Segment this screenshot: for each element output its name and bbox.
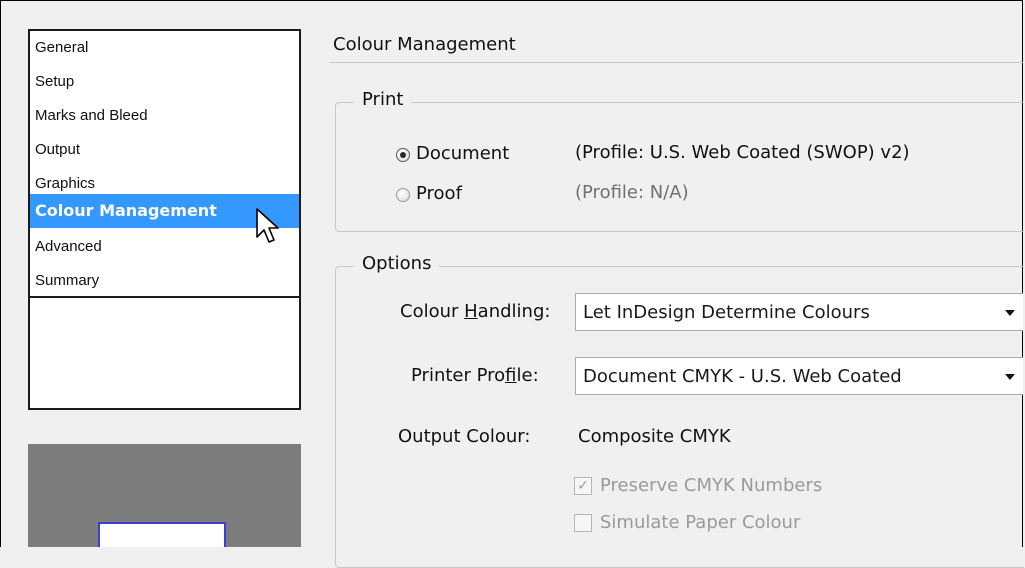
simulate-paper-checkbox[interactable] <box>574 514 592 532</box>
label-accel-key: H <box>464 301 478 322</box>
title-divider <box>330 62 1023 63</box>
sidebar-item-label: Setup <box>35 73 75 90</box>
document-radio-label[interactable]: Document <box>416 143 509 164</box>
sidebar-item-marks-and-bleed[interactable]: Marks and Bleed <box>30 99 299 133</box>
output-colour-value: Composite CMYK <box>578 426 731 447</box>
sidebar-item-label: Advanced <box>35 238 102 255</box>
chevron-down-icon[interactable] <box>1005 374 1015 380</box>
printer-profile-label: Printer Profile: <box>411 365 539 386</box>
proof-radio-label[interactable]: Proof <box>416 183 462 204</box>
options-group-label: Options <box>354 253 440 274</box>
simulate-paper-label: Simulate Paper Colour <box>600 512 801 533</box>
page-title: Colour Management <box>333 34 516 55</box>
sidebar-item-label: Graphics <box>35 175 96 192</box>
label-text: Printer Pro <box>411 365 506 386</box>
label-accel-key: f <box>505 365 517 386</box>
printer-profile-dropdown[interactable]: Document CMYK - U.S. Web Coated <box>575 357 1023 395</box>
preserve-cmyk-label: Preserve CMYK Numbers <box>600 475 823 496</box>
label-text: ile: <box>516 365 539 386</box>
sidebar-item-setup[interactable]: Setup <box>30 65 299 99</box>
proof-radio[interactable] <box>396 188 410 202</box>
sidebar-item-label: Colour Management <box>35 201 217 220</box>
sidebar-item-label: Marks and Bleed <box>35 107 148 124</box>
proof-profile-text: (Profile: N/A) <box>575 182 689 203</box>
preview-page-rect <box>98 522 226 547</box>
print-group <box>335 102 1024 232</box>
mouse-pointer-icon <box>256 208 279 243</box>
colour-handling-dropdown[interactable]: Let InDesign Determine Colours <box>575 293 1023 331</box>
sidebar-item-output[interactable]: Output <box>30 133 299 167</box>
document-radio[interactable] <box>396 148 410 162</box>
output-colour-label: Output Colour: <box>398 426 531 447</box>
document-profile-text: (Profile: U.S. Web Coated (SWOP) v2) <box>575 142 910 163</box>
sidebar-item-summary[interactable]: Summary <box>30 264 299 298</box>
print-group-label: Print <box>354 89 412 110</box>
printer-profile-value: Document CMYK - U.S. Web Coated <box>583 366 902 387</box>
preserve-cmyk-checkbox[interactable]: ✓ <box>574 477 592 495</box>
label-text: andling: <box>477 301 551 322</box>
sidebar-item-label: General <box>35 39 89 56</box>
sidebar-item-label: Output <box>35 141 81 158</box>
colour-handling-label: Colour Handling: <box>400 301 550 322</box>
list-divider <box>30 296 299 298</box>
sidebar-item-general[interactable]: General <box>30 31 299 65</box>
label-text: Colour <box>400 301 465 322</box>
sidebar-item-label: Summary <box>35 272 100 289</box>
chevron-down-icon[interactable] <box>1005 310 1015 316</box>
colour-handling-value: Let InDesign Determine Colours <box>583 302 870 323</box>
